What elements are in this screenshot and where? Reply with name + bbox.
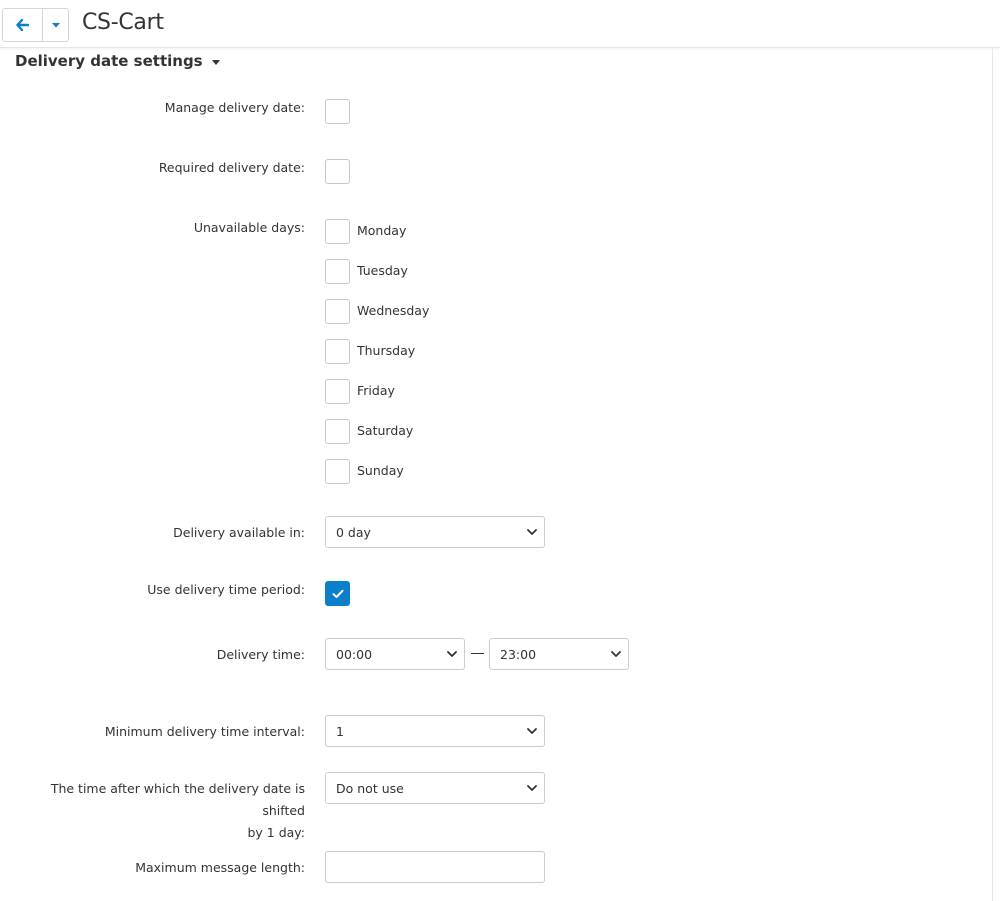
chevron-down-icon bbox=[527, 785, 537, 791]
back-button[interactable] bbox=[3, 9, 43, 41]
select-value: 00:00 bbox=[336, 646, 373, 662]
min-delivery-interval-select[interactable]: 1 bbox=[325, 715, 545, 747]
caret-down-icon bbox=[211, 59, 220, 65]
section-title: Delivery date settings bbox=[15, 52, 203, 70]
delivery-available-in-select[interactable]: 0 day bbox=[325, 516, 545, 548]
day-label-friday: Friday bbox=[357, 383, 395, 398]
manage-delivery-date-checkbox[interactable] bbox=[325, 99, 350, 124]
chevron-down-icon bbox=[447, 651, 457, 657]
caret-down-icon bbox=[51, 22, 60, 27]
page-header: CS-Cart bbox=[0, 0, 1000, 48]
shift-time-label: The time after which the delivery date i… bbox=[15, 778, 305, 844]
use-delivery-time-period-label: Use delivery time period: bbox=[147, 582, 305, 597]
arrow-left-icon bbox=[16, 19, 29, 31]
shift-time-label-line1: The time after which the delivery date i… bbox=[50, 781, 305, 818]
chevron-down-icon bbox=[527, 728, 537, 734]
max-message-length-label: Maximum message length: bbox=[135, 860, 305, 875]
delivery-time-from-select[interactable]: 00:00 bbox=[325, 638, 465, 670]
scroll-divider bbox=[992, 48, 993, 901]
select-value: 1 bbox=[336, 723, 344, 739]
time-range-separator bbox=[471, 653, 484, 654]
back-history-dropdown-button[interactable] bbox=[43, 9, 68, 41]
section-toggle-delivery-date-settings[interactable]: Delivery date settings bbox=[15, 52, 220, 70]
required-delivery-date-label: Required delivery date: bbox=[158, 160, 305, 175]
chevron-down-icon bbox=[527, 529, 537, 535]
day-label-tuesday: Tuesday bbox=[357, 263, 408, 278]
delivery-available-in-label: Delivery available in: bbox=[173, 525, 305, 540]
navigation-button-group bbox=[2, 8, 69, 42]
shift-time-select[interactable]: Do not use bbox=[325, 772, 545, 804]
day-checkbox-monday[interactable] bbox=[325, 219, 350, 244]
day-checkbox-wednesday[interactable] bbox=[325, 299, 350, 324]
delivery-time-to-select[interactable]: 23:00 bbox=[489, 638, 629, 670]
day-checkbox-saturday[interactable] bbox=[325, 419, 350, 444]
unavailable-days-label: Unavailable days: bbox=[193, 220, 305, 235]
day-label-monday: Monday bbox=[357, 223, 407, 238]
day-checkbox-tuesday[interactable] bbox=[325, 259, 350, 284]
day-label-thursday: Thursday bbox=[357, 343, 416, 358]
chevron-down-icon bbox=[611, 651, 621, 657]
manage-delivery-date-label: Manage delivery date: bbox=[164, 100, 305, 115]
min-delivery-interval-label: Minimum delivery time interval: bbox=[104, 724, 305, 739]
page-title: CS-Cart bbox=[82, 10, 164, 35]
day-checkbox-friday[interactable] bbox=[325, 379, 350, 404]
use-delivery-time-period-checkbox[interactable] bbox=[325, 581, 350, 606]
select-value: 0 day bbox=[336, 524, 371, 540]
day-checkbox-thursday[interactable] bbox=[325, 339, 350, 364]
checkmark-icon bbox=[332, 589, 343, 598]
day-label-sunday: Sunday bbox=[357, 463, 404, 478]
select-value: Do not use bbox=[336, 780, 404, 796]
required-delivery-date-checkbox[interactable] bbox=[325, 159, 350, 184]
shift-time-label-line2: by 1 day: bbox=[247, 825, 305, 840]
day-checkbox-sunday[interactable] bbox=[325, 459, 350, 484]
day-label-wednesday: Wednesday bbox=[357, 303, 430, 318]
day-label-saturday: Saturday bbox=[357, 423, 414, 438]
delivery-time-label: Delivery time: bbox=[216, 647, 305, 662]
select-value: 23:00 bbox=[500, 646, 537, 662]
max-message-length-input[interactable] bbox=[325, 851, 545, 883]
